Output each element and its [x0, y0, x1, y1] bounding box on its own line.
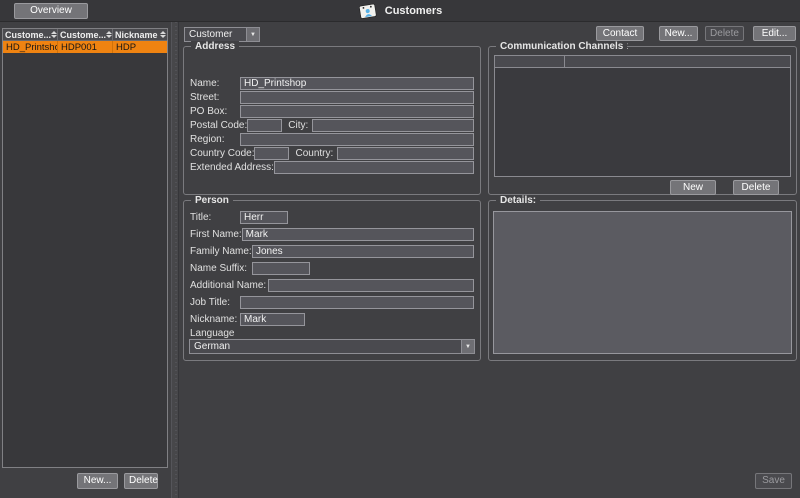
sort-icon	[51, 31, 57, 38]
list-new-button[interactable]: New...	[77, 473, 118, 489]
person-groupbox: Person Title: First Name: Family Name: N…	[183, 200, 481, 361]
customer-list-header: Custome... Custome... Nickname	[3, 29, 167, 41]
customer-list-table: Custome... Custome... Nickname HD_Prints…	[2, 28, 168, 468]
customers-card-icon	[358, 2, 378, 20]
column-header-label: Custome...	[60, 30, 106, 40]
delete-customer-button[interactable]: Delete	[705, 26, 744, 41]
comm-column-1[interactable]	[495, 56, 565, 67]
panel-splitter[interactable]	[171, 22, 179, 498]
channel-delete-button[interactable]: Delete	[733, 180, 779, 195]
name-suffix-field[interactable]	[252, 262, 310, 275]
page-title: Customers	[385, 5, 442, 17]
additional-name-field[interactable]	[268, 279, 474, 292]
title-bar-center: Customers	[0, 0, 800, 22]
column-header-nickname[interactable]: Nickname	[113, 29, 168, 40]
first-name-field[interactable]	[242, 228, 474, 241]
communication-channels-title: Communication Channels	[496, 41, 627, 52]
street-field[interactable]	[240, 91, 474, 104]
comm-column-2[interactable]	[565, 56, 790, 67]
edit-customer-button[interactable]: Edit...	[753, 26, 796, 41]
communication-channels-table-header	[495, 56, 790, 68]
app-window: Customers Overview Contact List New... D…	[0, 0, 800, 498]
pobox-field[interactable]	[240, 105, 474, 118]
pobox-label: PO Box:	[190, 106, 240, 117]
job-title-label: Job Title:	[190, 297, 240, 308]
contact-list-button[interactable]: Contact List	[596, 26, 644, 41]
chevron-down-icon: ▼	[246, 28, 259, 41]
communication-channels-groupbox: Communication Channels New Delete	[488, 46, 797, 195]
first-name-label: First Name:	[190, 229, 242, 240]
table-row-selected[interactable]: HD_Printshop HDP001 HDP	[3, 41, 167, 53]
job-title-field[interactable]	[240, 296, 474, 309]
family-name-field[interactable]	[252, 245, 474, 258]
region-label: Region:	[190, 134, 240, 145]
language-label: Language	[190, 328, 235, 339]
column-header-customer-name[interactable]: Custome...	[3, 29, 58, 40]
country-code-label: Country Code:	[190, 148, 254, 159]
new-customer-button[interactable]: New...	[659, 26, 698, 41]
additional-name-label: Additional Name:	[190, 280, 268, 291]
country-field[interactable]	[337, 147, 474, 160]
communication-channels-table[interactable]	[494, 55, 791, 177]
region-field[interactable]	[240, 133, 474, 146]
title-field[interactable]	[240, 211, 288, 224]
language-value: German	[190, 340, 461, 353]
name-field[interactable]	[240, 77, 474, 90]
overview-button[interactable]: Overview	[14, 3, 88, 19]
record-type-select[interactable]: Customer ▼	[184, 27, 260, 42]
record-type-value: Customer	[185, 28, 246, 41]
top-bar: Customers	[0, 0, 800, 22]
person-groupbox-title: Person	[191, 195, 233, 206]
city-field[interactable]	[312, 119, 474, 132]
street-label: Street:	[190, 92, 240, 103]
name-label: Name:	[190, 78, 240, 89]
title-label: Title:	[190, 212, 240, 223]
language-select[interactable]: German ▼	[189, 339, 475, 354]
postal-code-label: Postal Code:	[190, 120, 247, 131]
extended-address-label: Extended Address:	[190, 162, 274, 173]
address-groupbox-title: Address	[191, 41, 239, 52]
column-header-label: Nickname	[115, 30, 158, 40]
country-label: Country:	[289, 148, 337, 159]
chevron-down-icon: ▼	[461, 340, 474, 353]
address-groupbox: Address Name: Street: PO Box: Postal Cod…	[183, 46, 481, 195]
extended-address-field[interactable]	[274, 161, 474, 174]
column-header-label: Custome...	[5, 30, 51, 40]
nickname-field[interactable]	[240, 313, 305, 326]
country-code-field[interactable]	[254, 147, 289, 160]
postal-code-field[interactable]	[247, 119, 282, 132]
name-suffix-label: Name Suffix:	[190, 263, 252, 274]
details-groupbox-title: Details:	[496, 195, 540, 206]
column-header-customer-id[interactable]: Custome...	[58, 29, 113, 40]
details-text-area[interactable]	[493, 211, 792, 354]
nickname-label: Nickname:	[190, 314, 240, 325]
channel-new-button[interactable]: New	[670, 180, 716, 195]
save-button[interactable]: Save	[755, 473, 792, 489]
cell-customer-name: HD_Printshop	[3, 41, 58, 53]
cell-nickname: HDP	[113, 41, 168, 53]
list-delete-button[interactable]: Delete	[124, 473, 158, 489]
details-groupbox: Details:	[488, 200, 797, 361]
cell-customer-id: HDP001	[58, 41, 113, 53]
city-label: City:	[282, 120, 312, 131]
sort-icon	[106, 31, 112, 38]
family-name-label: Family Name:	[190, 246, 252, 257]
sort-icon	[160, 31, 166, 38]
